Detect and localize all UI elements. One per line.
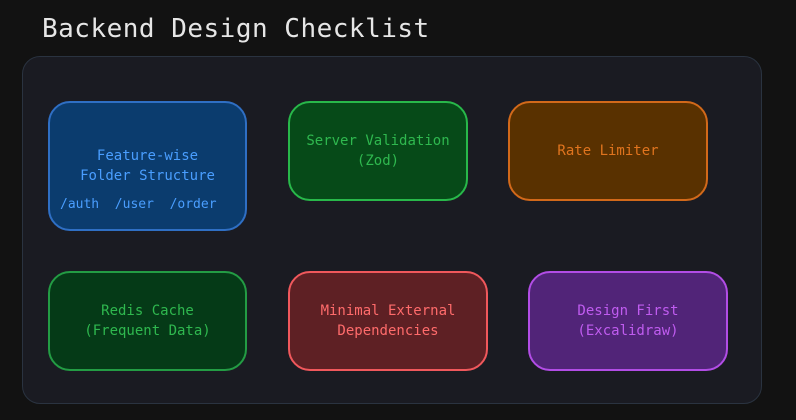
card-redis-cache[interactable]: Redis Cache (Frequent Data) xyxy=(48,271,247,371)
card-label: Feature-wise Folder Structure xyxy=(80,148,215,184)
card-minimal-deps[interactable]: Minimal External Dependencies xyxy=(288,271,488,371)
card-server-validation[interactable]: Server Validation (Zod) xyxy=(288,101,468,201)
card-rate-limiter[interactable]: Rate Limiter xyxy=(508,101,708,201)
card-label: Redis Cache (Frequent Data) xyxy=(84,303,211,339)
page-title: Backend Design Checklist xyxy=(42,14,430,44)
card-feature-folder[interactable]: Feature-wise Folder Structure /auth /use… xyxy=(48,101,247,231)
card-label: Server Validation (Zod) xyxy=(306,133,450,169)
card-label: Rate Limiter xyxy=(557,143,659,159)
card-design-first[interactable]: Design First (Excalidraw) xyxy=(528,271,728,371)
card-label: Design First (Excalidraw) xyxy=(577,303,679,339)
card-sub-label: /auth /user /order xyxy=(60,197,217,212)
card-label: Minimal External Dependencies xyxy=(320,303,456,339)
canvas: Backend Design Checklist Feature-wise Fo… xyxy=(0,0,796,420)
